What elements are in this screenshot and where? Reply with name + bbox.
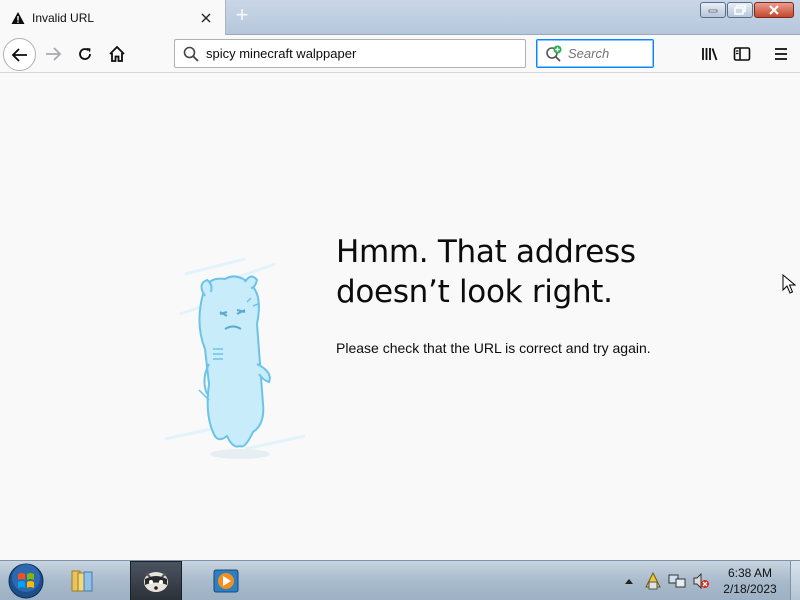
error-title-line1: Hmm. That address <box>336 234 636 270</box>
tab-strip: Invalid URL + <box>0 0 800 35</box>
url-bar[interactable] <box>174 39 526 68</box>
tab-title: Invalid URL <box>32 10 95 25</box>
reload-icon <box>79 48 91 60</box>
back-button[interactable] <box>3 38 36 71</box>
tab-close-button[interactable] <box>195 7 217 29</box>
close-icon <box>769 5 779 15</box>
clock-time: 6:38 AM <box>727 566 773 580</box>
search-icon <box>182 45 200 63</box>
restore-button[interactable] <box>727 2 753 18</box>
home-icon <box>109 45 125 62</box>
action-center-icon[interactable] <box>642 571 664 591</box>
taskbar: 6:38 AM 2/18/2023 <box>0 560 800 600</box>
search-bar[interactable] <box>536 39 654 68</box>
window-close-button[interactable] <box>754 2 794 18</box>
warning-icon <box>10 10 26 26</box>
library-icon <box>702 48 718 61</box>
forward-button[interactable] <box>38 39 68 69</box>
arrow-left-icon <box>11 47 27 62</box>
raccoon-app-icon <box>144 572 168 592</box>
clock-date: 2/18/2023 <box>723 582 777 596</box>
hamburger-menu-icon <box>775 48 787 60</box>
search-input[interactable] <box>568 46 648 61</box>
media-player-icon <box>213 569 239 593</box>
start-button[interactable] <box>6 562 46 600</box>
taskbar-firefox[interactable] <box>130 561 182 600</box>
nav-bar <box>0 35 800 73</box>
new-tab-button[interactable]: + <box>231 4 253 27</box>
window-controls <box>699 2 794 18</box>
mouse-cursor-icon <box>782 274 796 294</box>
show-hidden-icons-button[interactable] <box>618 571 640 591</box>
home-button[interactable] <box>102 39 132 69</box>
error-title-line2: doesn’t look right. <box>336 274 613 310</box>
restore-icon <box>734 5 746 15</box>
close-icon <box>201 13 211 22</box>
tab-invalid-url[interactable]: Invalid URL <box>0 0 226 35</box>
url-input[interactable] <box>206 46 506 61</box>
menu-button[interactable] <box>766 39 796 69</box>
folder-library-icon <box>71 570 93 592</box>
windows-start-icon <box>8 563 44 599</box>
minimize-icon <box>708 9 718 13</box>
search-engine-icon <box>544 44 564 64</box>
network-icon[interactable] <box>666 571 688 591</box>
clock[interactable]: 6:38 AM 2/18/2023 <box>714 565 786 597</box>
error-description: Please check that the URL is correct and… <box>336 340 651 356</box>
sidebar-icon <box>733 47 751 61</box>
chevron-up-icon <box>625 579 633 584</box>
taskbar-file-explorer[interactable] <box>56 561 108 600</box>
volume-muted-icon[interactable] <box>690 571 712 591</box>
error-title: Hmm. That address doesn’t look right. <box>336 232 696 312</box>
minimize-button[interactable] <box>700 2 726 18</box>
system-tray: 6:38 AM 2/18/2023 <box>618 561 800 600</box>
library-button[interactable] <box>695 39 725 69</box>
reload-button[interactable] <box>70 39 100 69</box>
arrow-right-icon <box>46 47 62 61</box>
error-page: Hmm. That address doesn’t look right. Pl… <box>0 74 800 560</box>
show-desktop-button[interactable] <box>790 561 800 600</box>
taskbar-media-player[interactable] <box>200 561 252 600</box>
confused-dinosaur-illustration <box>165 257 305 459</box>
sidebar-button[interactable] <box>727 39 757 69</box>
